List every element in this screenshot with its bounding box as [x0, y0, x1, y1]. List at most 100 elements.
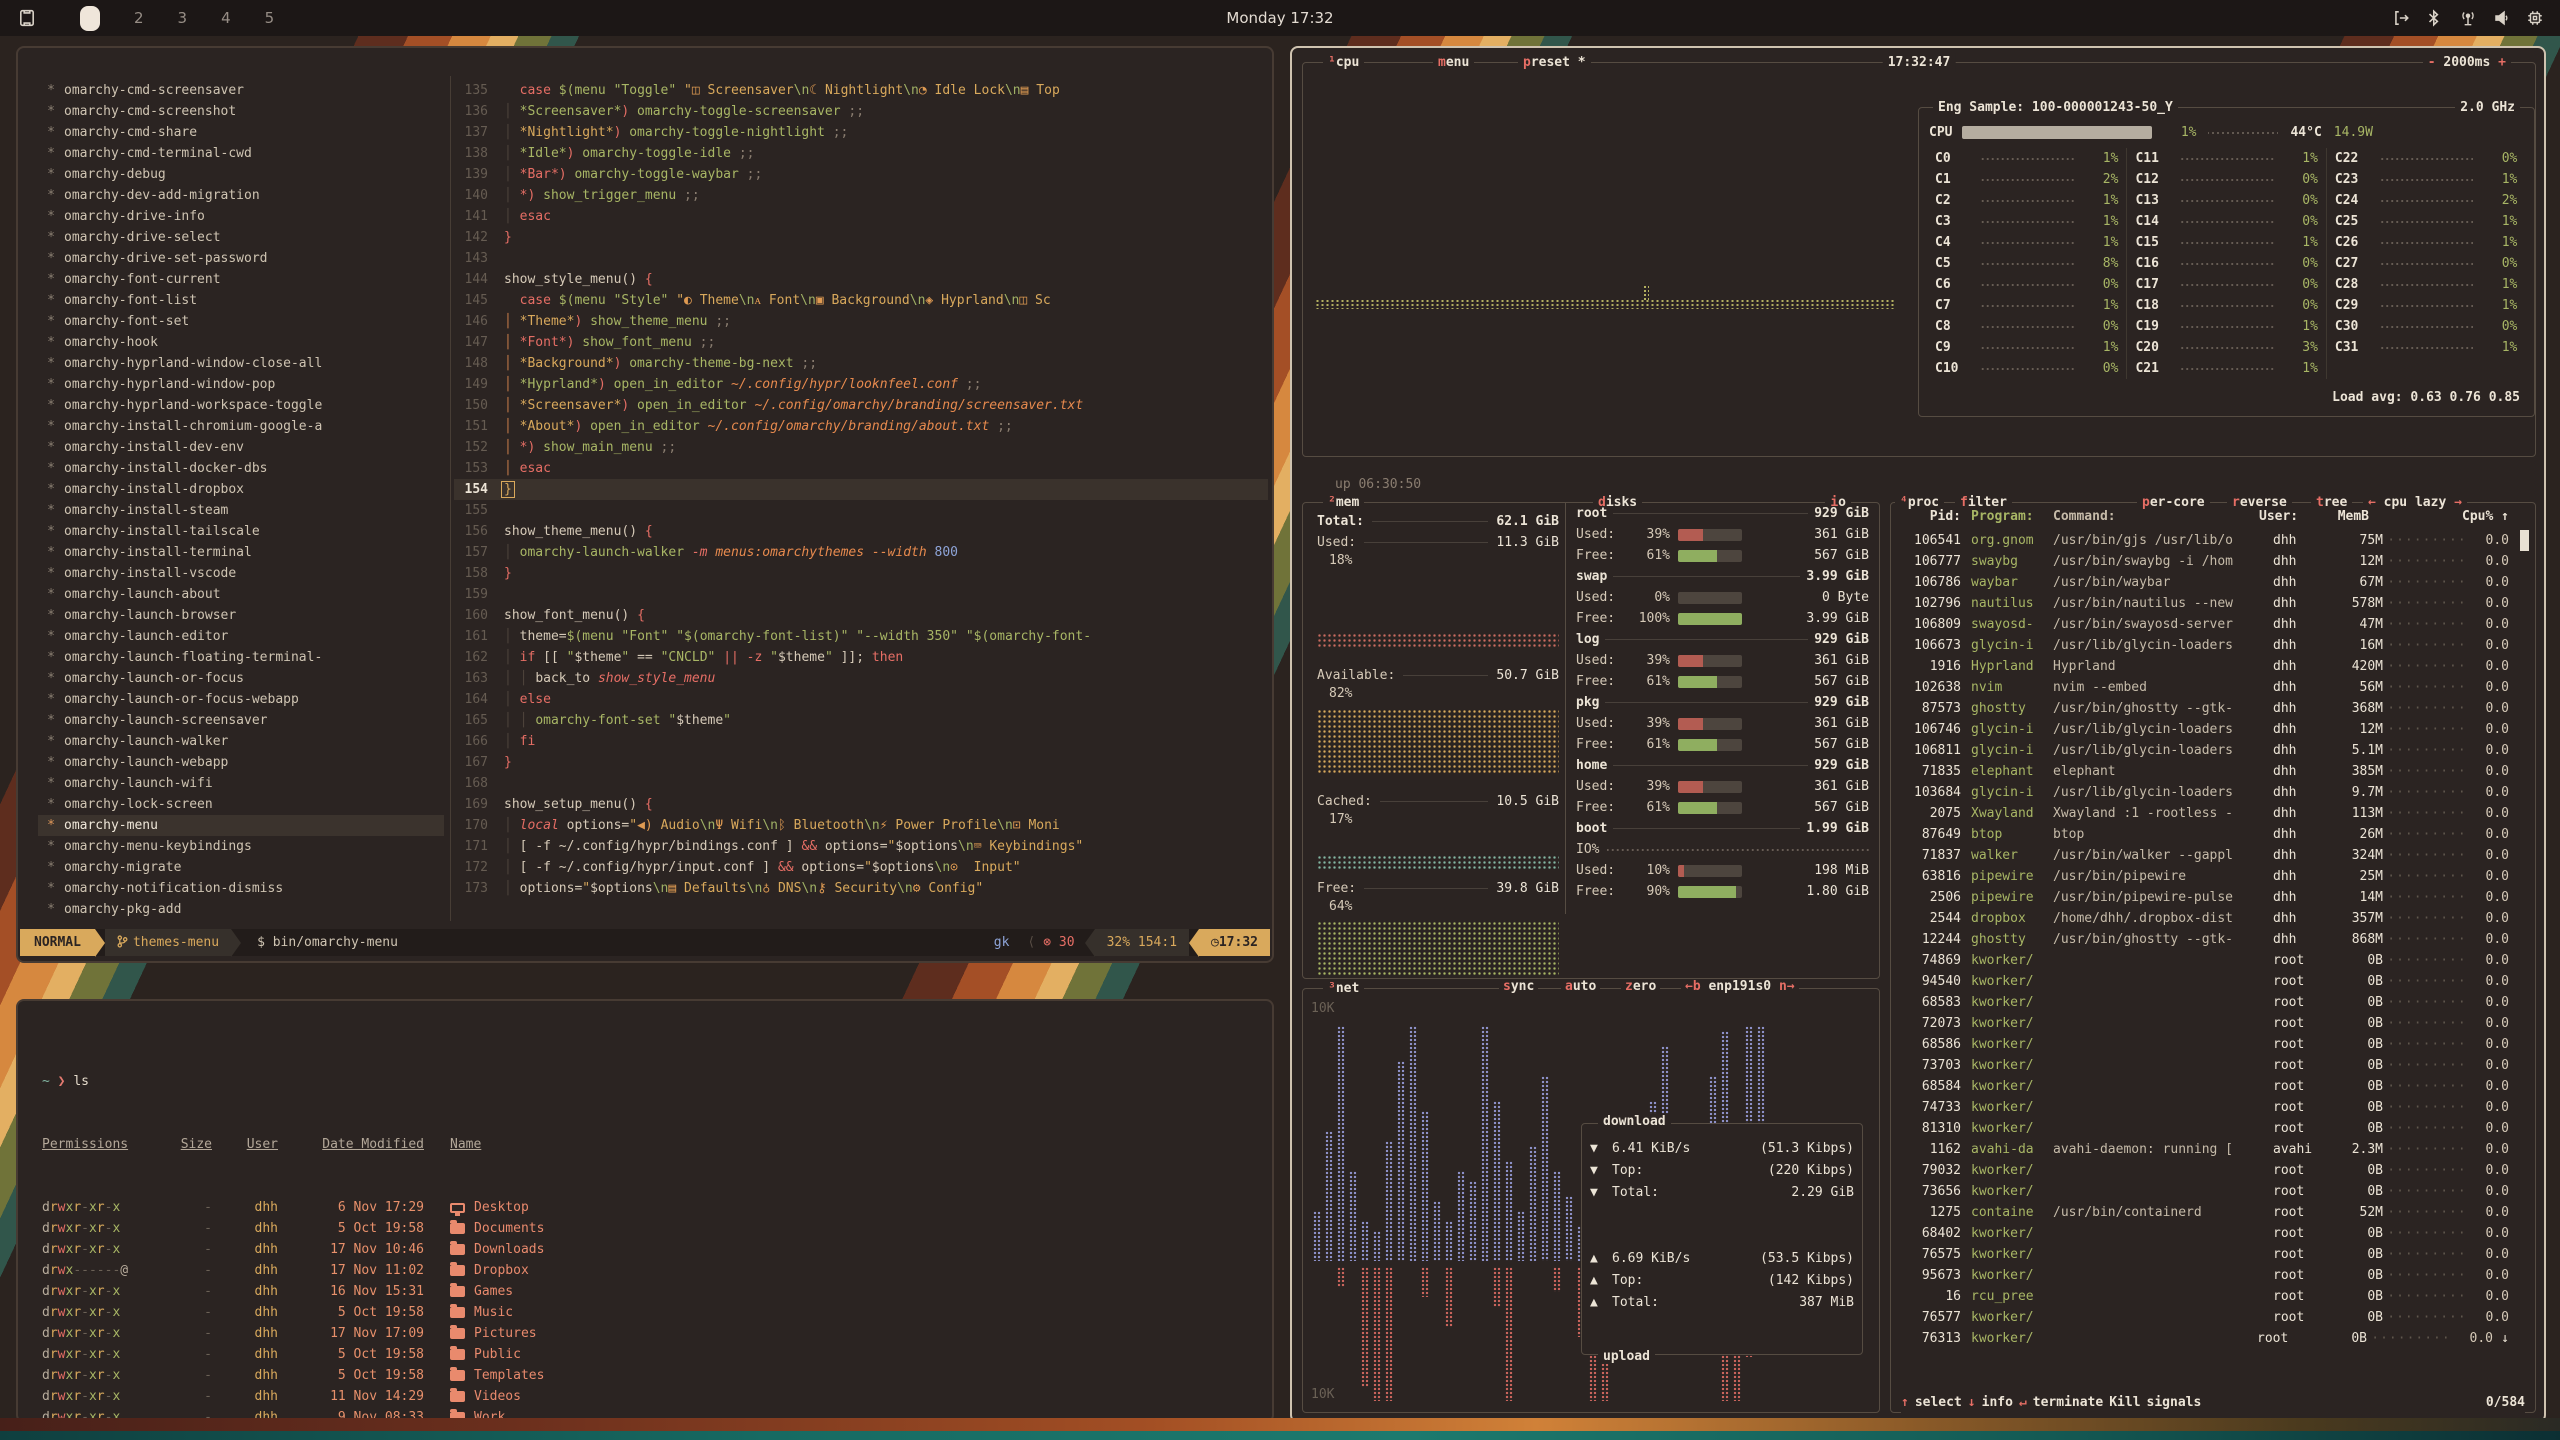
code-line[interactable]: 140│ *) show_trigger_menu ;;: [454, 185, 1268, 206]
code-editor[interactable]: 135 case $(menu "Toggle" "◫ Screensaver\…: [454, 80, 1268, 899]
table-row[interactable]: 106786waybar/usr/bin/waybardhh67M·······…: [1899, 572, 2509, 593]
table-row[interactable]: 16rcu_preeroot0B·········0.0: [1899, 1286, 2509, 1307]
code-line[interactable]: 149│ *Hyprland*) open_in_editor ~/.confi…: [454, 374, 1268, 395]
preset-button[interactable]: preset *: [1518, 53, 1591, 72]
code-line[interactable]: 148│ *Background*) omarchy-theme-bg-next…: [454, 353, 1268, 374]
mem-box-title[interactable]: ²mem: [1323, 493, 1364, 512]
table-row[interactable]: 106777swaybg/usr/bin/swaybg -i /homdhh12…: [1899, 551, 2509, 572]
net-zero-toggle[interactable]: zero: [1621, 979, 1660, 994]
code-line[interactable]: 138│ *Idle*) omarchy-toggle-idle ;;: [454, 143, 1268, 164]
file-tree-item[interactable]: *omarchy-launch-screensaver: [38, 710, 444, 731]
code-line[interactable]: 144show_style_menu() {: [454, 269, 1268, 290]
net-sync-toggle[interactable]: sync: [1499, 979, 1538, 994]
workspace-4[interactable]: 4: [221, 9, 231, 27]
proc-column-headers[interactable]: Pid: Program: Command: User: MemB Cpu% ↑: [1899, 509, 2509, 524]
code-line[interactable]: 166│ fi: [454, 731, 1268, 752]
code-line[interactable]: 165│ │ omarchy-font-set "$theme": [454, 710, 1268, 731]
code-line[interactable]: 150│ *Screensaver*) open_in_editor ~/.co…: [454, 395, 1268, 416]
file-tree-item[interactable]: *omarchy-install-steam: [38, 500, 444, 521]
file-tree-item[interactable]: *omarchy-font-current: [38, 269, 444, 290]
code-line[interactable]: 147│ *Font*) show_font_menu ;;: [454, 332, 1268, 353]
table-row[interactable]: 2544dropbox/home/dhh/.dropbox-distdhh357…: [1899, 908, 2509, 929]
list-item[interactable]: drwxr-xr-x-dhh 5 Oct 19:58Public: [42, 1344, 1252, 1365]
code-line[interactable]: 152│ *) show_main_menu ;;: [454, 437, 1268, 458]
file-tree-item[interactable]: *omarchy-hyprland-workspace-toggle: [38, 395, 444, 416]
code-line[interactable]: 168: [454, 773, 1268, 794]
file-tree-item[interactable]: *omarchy-install-vscode: [38, 563, 444, 584]
code-line[interactable]: 156show_theme_menu() {: [454, 521, 1268, 542]
table-row[interactable]: 73656kworker/root0B·········0.0: [1899, 1181, 2509, 1202]
code-line[interactable]: 151│ *About*) open_in_editor ~/.config/o…: [454, 416, 1268, 437]
table-row[interactable]: 68584kworker/root0B·········0.0: [1899, 1076, 2509, 1097]
table-row[interactable]: 71835elephantelephantdhh385M·········0.0: [1899, 761, 2509, 782]
code-line[interactable]: 142}: [454, 227, 1268, 248]
code-line[interactable]: 167}: [454, 752, 1268, 773]
list-item[interactable]: drwx------@-dhh17 Nov 11:02Dropbox: [42, 1260, 1252, 1281]
file-tree-item[interactable]: *omarchy-hyprland-window-close-all: [38, 353, 444, 374]
table-row[interactable]: 102796nautilus/usr/bin/nautilus --newdhh…: [1899, 593, 2509, 614]
workspace-3[interactable]: 3: [178, 9, 188, 27]
code-line[interactable]: 162│ if [[ "$theme" == "CNCLD" || -z "$t…: [454, 647, 1268, 668]
file-tree-item[interactable]: *omarchy-install-dropbox: [38, 479, 444, 500]
file-tree-item[interactable]: *omarchy-install-docker-dbs: [38, 458, 444, 479]
file-tree-item[interactable]: *omarchy-cmd-screensaver: [38, 80, 444, 101]
table-row[interactable]: 87649btopbtopdhh26M·········0.0: [1899, 824, 2509, 845]
menu-button[interactable]: menu: [1433, 53, 1474, 72]
file-tree-item[interactable]: *omarchy-launch-browser: [38, 605, 444, 626]
bluetooth-icon[interactable]: [2425, 9, 2443, 27]
file-tree-item[interactable]: *omarchy-notification-dismiss: [38, 878, 444, 899]
net-auto-toggle[interactable]: auto: [1561, 979, 1600, 994]
file-tree-item[interactable]: *omarchy-launch-about: [38, 584, 444, 605]
table-row[interactable]: 94540kworker/root0B·········0.0: [1899, 971, 2509, 992]
file-tree-item[interactable]: *omarchy-cmd-terminal-cwd: [38, 143, 444, 164]
table-row[interactable]: 79032kworker/root0B·········0.0: [1899, 1160, 2509, 1181]
code-line[interactable]: 135 case $(menu "Toggle" "◫ Screensaver\…: [454, 80, 1268, 101]
table-row[interactable]: 87573ghostty/usr/bin/ghostty --gtk-dhh36…: [1899, 698, 2509, 719]
file-tree-item[interactable]: *omarchy-migrate: [38, 857, 444, 878]
code-line[interactable]: 146│ *Theme*) show_theme_menu ;;: [454, 311, 1268, 332]
file-tree-item[interactable]: *omarchy-cmd-share: [38, 122, 444, 143]
file-tree-item[interactable]: *omarchy-drive-set-password: [38, 248, 444, 269]
file-tree-item[interactable]: *omarchy-menu: [38, 815, 444, 836]
file-tree-item[interactable]: *omarchy-install-tailscale: [38, 521, 444, 542]
kill-key[interactable]: Kill: [2109, 1395, 2140, 1410]
table-row[interactable]: 71837walker/usr/bin/walker --gappldhh324…: [1899, 845, 2509, 866]
table-row[interactable]: 68583kworker/root0B·········0.0: [1899, 992, 2509, 1013]
file-tree-item[interactable]: *omarchy-launch-or-focus: [38, 668, 444, 689]
list-item[interactable]: drwxr-xr-x-dhh 5 Oct 19:58Music: [42, 1302, 1252, 1323]
file-tree-item[interactable]: *omarchy-pkg-add: [38, 899, 444, 920]
table-row[interactable]: 73703kworker/root0B·········0.0: [1899, 1055, 2509, 1076]
table-row[interactable]: 68586kworker/root0B·········0.0: [1899, 1034, 2509, 1055]
workspace-2[interactable]: 2: [134, 9, 144, 27]
code-line[interactable]: 164│ else: [454, 689, 1268, 710]
table-row[interactable]: 81310kworker/root0B·········0.0: [1899, 1118, 2509, 1139]
net-box-title[interactable]: ³net: [1323, 979, 1364, 998]
file-tree-item[interactable]: *omarchy-hook: [38, 332, 444, 353]
table-row[interactable]: 1162avahi-daavahi-daemon: running [avahi…: [1899, 1139, 2509, 1160]
code-line[interactable]: 155: [454, 500, 1268, 521]
table-row[interactable]: 106541org.gnom/usr/bin/gjs /usr/lib/odhh…: [1899, 530, 2509, 551]
table-row[interactable]: 12244ghostty/usr/bin/ghostty --gtk-dhh86…: [1899, 929, 2509, 950]
code-line[interactable]: 153│ esac: [454, 458, 1268, 479]
file-tree-item[interactable]: *omarchy-lock-screen: [38, 794, 444, 815]
power-icon[interactable]: [2392, 9, 2410, 27]
code-line[interactable]: 154}: [454, 479, 1268, 500]
proc-scrollbar[interactable]: [2520, 530, 2529, 551]
table-row[interactable]: 76577kworker/root0B·········0.0: [1899, 1307, 2509, 1328]
table-row[interactable]: 1916HyprlandHyprlanddhh420M·········0.0: [1899, 656, 2509, 677]
select-key[interactable]: select: [1915, 1395, 1962, 1410]
file-tree-item[interactable]: *omarchy-drive-info: [38, 206, 444, 227]
signals-key[interactable]: signals: [2147, 1395, 2202, 1410]
code-line[interactable]: 173│ options="$options\n▤ Defaults\n♁ DN…: [454, 878, 1268, 899]
table-row[interactable]: 76313kworker/root0B·········0.0↓: [1899, 1328, 2509, 1349]
table-row[interactable]: 106746glycin-i/usr/lib/glycin-loadersdhh…: [1899, 719, 2509, 740]
code-line[interactable]: 141│ esac: [454, 206, 1268, 227]
table-row[interactable]: 76575kworker/root0B·········0.0: [1899, 1244, 2509, 1265]
file-tree-item[interactable]: *omarchy-menu-keybindings: [38, 836, 444, 857]
code-line[interactable]: 157│ omarchy-launch-walker -m menus:omar…: [454, 542, 1268, 563]
file-tree-item[interactable]: *omarchy-launch-floating-terminal-: [38, 647, 444, 668]
table-row[interactable]: 2075XwaylandXwayland :1 -rootless -dhh11…: [1899, 803, 2509, 824]
cpu-box-title[interactable]: ¹cpu: [1323, 53, 1364, 72]
file-tree-item[interactable]: *omarchy-install-chromium-google-a: [38, 416, 444, 437]
table-row[interactable]: 106811glycin-i/usr/lib/glycin-loadersdhh…: [1899, 740, 2509, 761]
